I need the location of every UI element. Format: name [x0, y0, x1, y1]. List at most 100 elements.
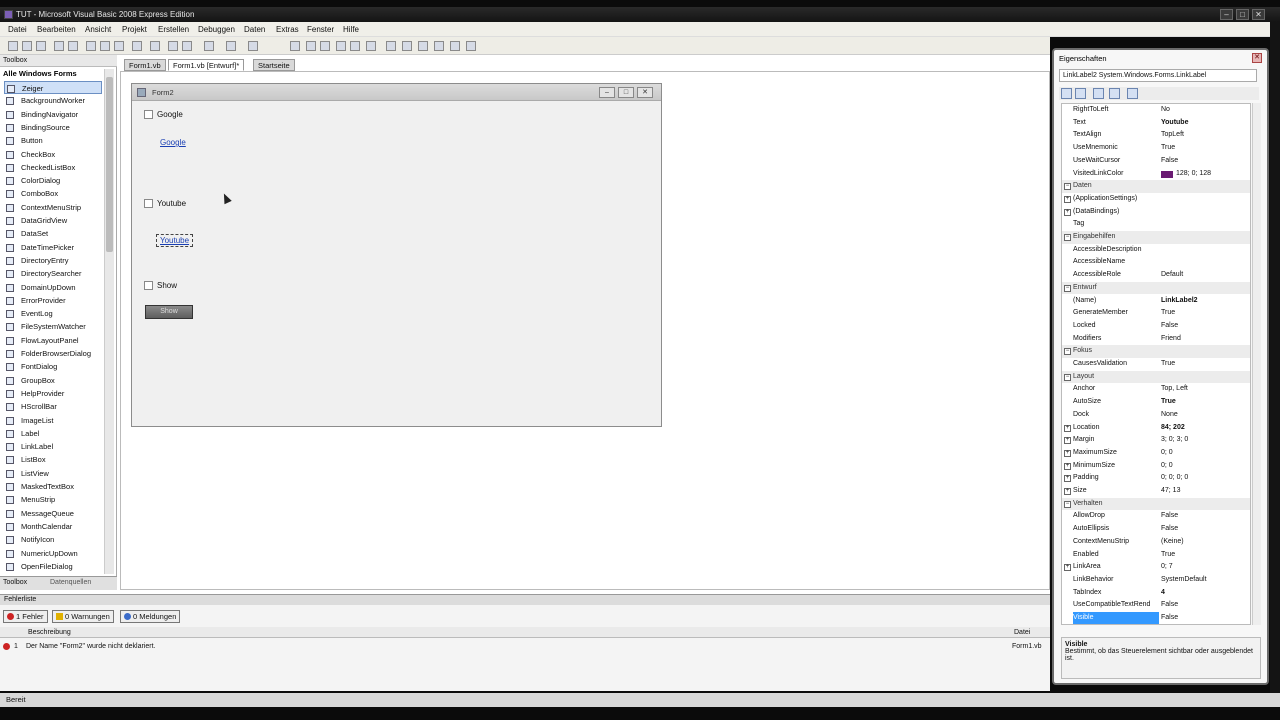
expand-icon[interactable]: + [1064, 449, 1071, 457]
pause-icon[interactable] [306, 41, 316, 51]
properties-object-selector[interactable]: LinkLabel2 System.Windows.Forms.LinkLabe… [1059, 69, 1257, 82]
property-row[interactable]: + (ApplicationSettings) [1062, 193, 1250, 206]
toolbox-item-directoryentry[interactable]: DirectoryEntry [4, 254, 102, 267]
cut-icon[interactable] [86, 41, 96, 51]
property-value[interactable]: 3; 0; 3; 0 [1161, 434, 1250, 447]
toolbox-item-button[interactable]: Button [4, 134, 102, 147]
property-row[interactable]: + Size 47; 13 [1062, 485, 1250, 498]
property-category[interactable]: − Layout [1062, 370, 1250, 384]
close-button[interactable]: ✕ [1252, 9, 1265, 20]
expand-icon[interactable]: − [1064, 348, 1071, 356]
toolbox-item-linklabel[interactable]: LinkLabel [4, 440, 102, 453]
toolbox-item-openfiledialog[interactable]: OpenFileDialog [4, 560, 102, 573]
toolbox-item-datetimepicker[interactable]: DateTimePicker [4, 241, 102, 254]
toolbox-item-flowlayoutpanel[interactable]: FlowLayoutPanel [4, 334, 102, 347]
property-row[interactable]: AccessibleName [1062, 256, 1250, 269]
property-value[interactable]: False [1161, 510, 1250, 523]
link-google[interactable]: Google [160, 138, 186, 147]
checkbox-youtube[interactable] [144, 199, 153, 208]
property-pages-icon[interactable] [1127, 88, 1138, 99]
menu-bearbeiten[interactable]: Bearbeiten [37, 25, 76, 34]
toolbox-item-listview[interactable]: ListView [4, 467, 102, 480]
property-row[interactable]: + MinimumSize 0; 0 [1062, 460, 1250, 473]
property-value[interactable]: True [1161, 307, 1250, 320]
toolbox-item-combobox[interactable]: ComboBox [4, 187, 102, 200]
categorized-icon[interactable] [1061, 88, 1072, 99]
checkbox-google[interactable] [144, 110, 153, 119]
toolbox-item-checkedlistbox[interactable]: CheckedListBox [4, 161, 102, 174]
property-row[interactable]: TabIndex 4 [1062, 587, 1250, 600]
toolbox-item-backgroundworker[interactable]: BackgroundWorker [4, 94, 102, 107]
property-row[interactable]: UseMnemonic True [1062, 142, 1250, 155]
property-row[interactable]: + Margin 3; 0; 3; 0 [1062, 434, 1250, 447]
property-category[interactable]: − Daten [1062, 180, 1250, 193]
solution-explorer-icon[interactable] [386, 41, 396, 51]
property-row[interactable]: AllowDrop False [1062, 510, 1250, 523]
toolbox-item-monthcalendar[interactable]: MonthCalendar [4, 520, 102, 533]
property-value[interactable]: None [1161, 409, 1250, 422]
properties-close-icon[interactable]: ✕ [1252, 53, 1262, 63]
menu-daten[interactable]: Daten [244, 25, 265, 34]
property-value[interactable]: False [1161, 320, 1250, 333]
toolbox-item-eventlog[interactable]: EventLog [4, 307, 102, 320]
expand-icon[interactable]: − [1064, 234, 1071, 241]
toolbox-item-datagridview[interactable]: DataGridView [4, 214, 102, 227]
property-row[interactable]: Modifiers Friend [1062, 333, 1250, 346]
property-row[interactable]: UseCompatibleTextRend False [1062, 599, 1250, 612]
property-row[interactable]: Dock None [1062, 409, 1250, 422]
toolbox-item-notifyicon[interactable]: NotifyIcon [4, 533, 102, 546]
toolbox-item-label[interactable]: Label [4, 427, 102, 440]
toolbox-item-listbox[interactable]: ListBox [4, 453, 102, 466]
alphabetical-icon[interactable] [1075, 88, 1086, 99]
comment-icon[interactable] [168, 41, 178, 51]
property-row[interactable]: + Location 84; 202 [1062, 422, 1250, 435]
expand-icon[interactable]: + [1064, 475, 1071, 483]
tab-datenquellen[interactable]: Datenquellen [50, 579, 91, 586]
toolbox-scroll-thumb[interactable] [106, 77, 113, 252]
form-preview[interactable]: Form2 – □ ✕ [131, 83, 662, 427]
toolbox-item-colordialog[interactable]: ColorDialog [4, 174, 102, 187]
start-debug-icon[interactable] [290, 41, 300, 51]
property-value[interactable]: 84; 202 [1161, 422, 1250, 435]
menu-ansicht[interactable]: Ansicht [85, 25, 111, 34]
menu-hilfe[interactable]: Hilfe [343, 25, 359, 34]
copy-icon[interactable] [100, 41, 110, 51]
property-row[interactable]: LinkBehavior SystemDefault [1062, 574, 1250, 587]
toolbox-group-all-windows-forms[interactable]: Alle Windows Forms [3, 69, 103, 80]
properties-view-icon[interactable] [1093, 88, 1104, 99]
property-value[interactable]: False [1161, 599, 1250, 612]
property-row[interactable]: AutoSize True [1062, 396, 1250, 409]
expand-icon[interactable]: + [1064, 564, 1071, 572]
property-value[interactable]: False [1161, 155, 1250, 168]
toolbox-item-hscrollbar[interactable]: HScrollBar [4, 400, 102, 413]
step-out-icon[interactable] [366, 41, 376, 51]
stop-icon[interactable] [320, 41, 330, 51]
property-row[interactable]: ContextMenuStrip (Keine) [1062, 536, 1250, 549]
property-row[interactable]: TextAlign TopLeft [1062, 129, 1250, 142]
menu-erstellen[interactable]: Erstellen [158, 25, 189, 34]
toolbox-item-bindingnavigator[interactable]: BindingNavigator [4, 108, 102, 121]
toolbox-item-numericupdown[interactable]: NumericUpDown [4, 547, 102, 560]
save-icon[interactable] [54, 41, 64, 51]
property-category[interactable]: − Entwurf [1062, 281, 1250, 295]
toolbox-item-menustrip[interactable]: MenuStrip [4, 493, 102, 506]
property-row[interactable]: Anchor Top, Left [1062, 383, 1250, 396]
uncomment-icon[interactable] [182, 41, 192, 51]
toolbox-item-helpprovider[interactable]: HelpProvider [4, 387, 102, 400]
expand-icon[interactable]: + [1064, 195, 1071, 203]
expand-icon[interactable]: − [1064, 284, 1071, 292]
toolbox-item-checkbox[interactable]: CheckBox [4, 148, 102, 161]
toolbox-item-imagelist[interactable]: ImageList [4, 414, 102, 427]
property-value[interactable]: False [1161, 523, 1250, 536]
tab-form1-code[interactable]: Form1.vb [124, 59, 166, 71]
column-description[interactable]: Beschreibung [28, 627, 71, 638]
show-button[interactable]: Show [145, 305, 193, 319]
property-row[interactable]: VisitedLinkColor 128; 0; 128 [1062, 168, 1250, 181]
property-row[interactable]: CausesValidation True [1062, 358, 1250, 371]
property-value[interactable]: True [1161, 358, 1250, 371]
toolbox-item-messagequeue[interactable]: MessageQueue [4, 507, 102, 520]
property-row[interactable]: UseWaitCursor False [1062, 155, 1250, 168]
property-value[interactable]: 4 [1161, 587, 1250, 600]
open-icon[interactable] [22, 41, 32, 51]
property-row[interactable]: RightToLeft No [1062, 104, 1250, 117]
